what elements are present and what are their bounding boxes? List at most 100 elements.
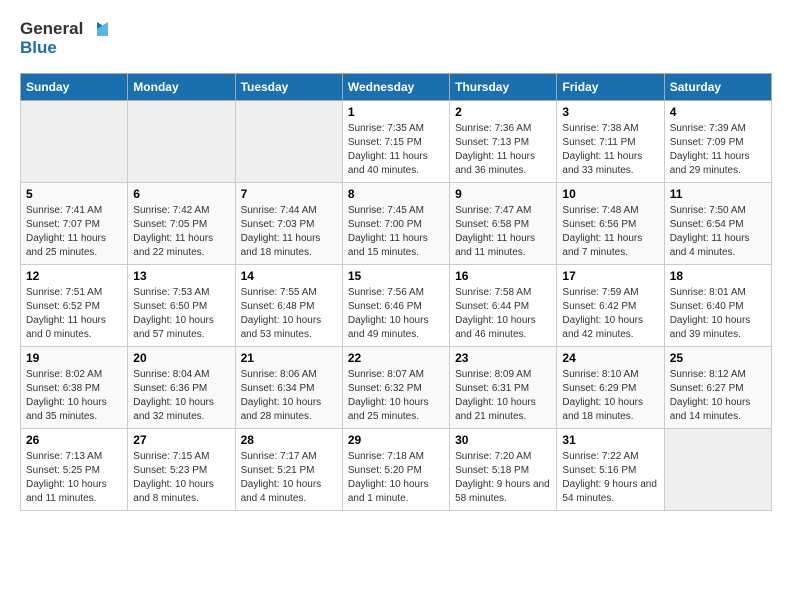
calendar-cell: 12Sunrise: 7:51 AMSunset: 6:52 PMDayligh…	[21, 265, 128, 347]
week-row-4: 19 Sunrise: 8:02 AMSunset: 6:38 PMDayligh…	[21, 347, 772, 429]
day-info: Sunrise: 7:13 AMSunset: 5:25 PMDaylight:…	[26, 450, 122, 506]
day-info: Sunrise: 8:12 AMSunset: 6:27 PMDaylight:…	[670, 368, 766, 424]
day-info: Sunrise: 7:20 AMSunset: 5:18 PMDaylight:…	[455, 450, 551, 506]
day-info: Sunrise: 7:51 AMSunset: 6:52 PMDaylight:…	[26, 286, 122, 342]
day-info: Sunrise: 7:47 AMSunset: 6:58 PMDaylight:…	[455, 204, 551, 260]
day-number: 11	[670, 187, 766, 201]
day-info: Sunrise: 7:39 AMSunset: 7:09 PMDaylight:…	[670, 122, 766, 178]
calendar-cell: 24 Sunrise: 8:10 AMSunset: 6:29 PMDayligh…	[557, 347, 664, 429]
day-number: 15	[348, 269, 444, 283]
day-info: Sunrise: 7:55 AMSunset: 6:48 PMDaylight:…	[241, 286, 337, 342]
calendar-cell: 11 Sunrise: 7:50 AMSunset: 6:54 PMDayligh…	[664, 183, 771, 265]
weekday-header-saturday: Saturday	[664, 74, 771, 101]
calendar-cell: 2Sunrise: 7:36 AMSunset: 7:13 PMDaylight…	[450, 101, 557, 183]
day-number: 17	[562, 269, 658, 283]
week-row-1: 1Sunrise: 7:35 AMSunset: 7:15 PMDaylight…	[21, 101, 772, 183]
day-number: 24	[562, 351, 658, 365]
day-info: Sunrise: 8:04 AMSunset: 6:36 PMDaylight:…	[133, 368, 229, 424]
week-row-5: 26 Sunrise: 7:13 AMSunset: 5:25 PMDayligh…	[21, 429, 772, 511]
calendar-cell: 31 Sunrise: 7:22 AMSunset: 5:16 PMDayligh…	[557, 429, 664, 511]
calendar-cell: 19 Sunrise: 8:02 AMSunset: 6:38 PMDayligh…	[21, 347, 128, 429]
day-info: Sunrise: 7:18 AMSunset: 5:20 PMDaylight:…	[348, 450, 444, 506]
calendar-cell: 27 Sunrise: 7:15 AMSunset: 5:23 PMDayligh…	[128, 429, 235, 511]
calendar-cell	[128, 101, 235, 183]
calendar-cell: 26 Sunrise: 7:13 AMSunset: 5:25 PMDayligh…	[21, 429, 128, 511]
day-number: 18	[670, 269, 766, 283]
calendar-cell: 17 Sunrise: 7:59 AMSunset: 6:42 PMDayligh…	[557, 265, 664, 347]
calendar-cell: 13Sunrise: 7:53 AMSunset: 6:50 PMDayligh…	[128, 265, 235, 347]
day-info: Sunrise: 7:22 AMSunset: 5:16 PMDaylight:…	[562, 450, 658, 506]
calendar-cell	[664, 429, 771, 511]
page-header: General Blue	[20, 20, 772, 57]
day-info: Sunrise: 7:41 AMSunset: 7:07 PMDaylight:…	[26, 204, 122, 260]
logo-bird-icon	[86, 20, 108, 38]
day-number: 1	[348, 105, 444, 119]
day-info: Sunrise: 7:59 AMSunset: 6:42 PMDaylight:…	[562, 286, 658, 342]
calendar-cell: 29 Sunrise: 7:18 AMSunset: 5:20 PMDayligh…	[342, 429, 449, 511]
calendar-cell	[21, 101, 128, 183]
day-info: Sunrise: 7:58 AMSunset: 6:44 PMDaylight:…	[455, 286, 551, 342]
calendar-cell: 8 Sunrise: 7:45 AMSunset: 7:00 PMDaylight…	[342, 183, 449, 265]
day-number: 16	[455, 269, 551, 283]
calendar-cell: 5 Sunrise: 7:41 AMSunset: 7:07 PMDaylight…	[21, 183, 128, 265]
calendar-cell: 1Sunrise: 7:35 AMSunset: 7:15 PMDaylight…	[342, 101, 449, 183]
day-number: 28	[241, 433, 337, 447]
day-number: 26	[26, 433, 122, 447]
day-number: 10	[562, 187, 658, 201]
calendar-cell: 3Sunrise: 7:38 AMSunset: 7:11 PMDaylight…	[557, 101, 664, 183]
calendar-cell: 6 Sunrise: 7:42 AMSunset: 7:05 PMDaylight…	[128, 183, 235, 265]
weekday-header-thursday: Thursday	[450, 74, 557, 101]
day-number: 19	[26, 351, 122, 365]
calendar-cell: 10 Sunrise: 7:48 AMSunset: 6:56 PMDayligh…	[557, 183, 664, 265]
calendar-cell: 30 Sunrise: 7:20 AMSunset: 5:18 PMDayligh…	[450, 429, 557, 511]
day-info: Sunrise: 7:17 AMSunset: 5:21 PMDaylight:…	[241, 450, 337, 506]
day-number: 30	[455, 433, 551, 447]
day-info: Sunrise: 7:42 AMSunset: 7:05 PMDaylight:…	[133, 204, 229, 260]
day-number: 21	[241, 351, 337, 365]
day-number: 7	[241, 187, 337, 201]
day-info: Sunrise: 8:02 AMSunset: 6:38 PMDaylight:…	[26, 368, 122, 424]
day-number: 14	[241, 269, 337, 283]
day-number: 31	[562, 433, 658, 447]
day-number: 8	[348, 187, 444, 201]
week-row-2: 5 Sunrise: 7:41 AMSunset: 7:07 PMDaylight…	[21, 183, 772, 265]
day-info: Sunrise: 8:01 AMSunset: 6:40 PMDaylight:…	[670, 286, 766, 342]
weekday-header-row: SundayMondayTuesdayWednesdayThursdayFrid…	[21, 74, 772, 101]
calendar-cell: 28 Sunrise: 7:17 AMSunset: 5:21 PMDayligh…	[235, 429, 342, 511]
day-info: Sunrise: 7:45 AMSunset: 7:00 PMDaylight:…	[348, 204, 444, 260]
day-info: Sunrise: 7:50 AMSunset: 6:54 PMDaylight:…	[670, 204, 766, 260]
calendar-cell: 4 Sunrise: 7:39 AMSunset: 7:09 PMDaylight…	[664, 101, 771, 183]
calendar-cell: 18 Sunrise: 8:01 AMSunset: 6:40 PMDayligh…	[664, 265, 771, 347]
day-number: 20	[133, 351, 229, 365]
calendar-cell: 9Sunrise: 7:47 AMSunset: 6:58 PMDaylight…	[450, 183, 557, 265]
calendar-cell	[235, 101, 342, 183]
day-number: 27	[133, 433, 229, 447]
day-number: 29	[348, 433, 444, 447]
logo-blue-text: Blue	[20, 39, 108, 58]
day-info: Sunrise: 8:10 AMSunset: 6:29 PMDaylight:…	[562, 368, 658, 424]
calendar-cell: 22Sunrise: 8:07 AMSunset: 6:32 PMDayligh…	[342, 347, 449, 429]
weekday-header-sunday: Sunday	[21, 74, 128, 101]
week-row-3: 12Sunrise: 7:51 AMSunset: 6:52 PMDayligh…	[21, 265, 772, 347]
day-number: 25	[670, 351, 766, 365]
day-number: 5	[26, 187, 122, 201]
weekday-header-monday: Monday	[128, 74, 235, 101]
logo-general-text: General	[20, 20, 83, 39]
calendar-cell: 23 Sunrise: 8:09 AMSunset: 6:31 PMDayligh…	[450, 347, 557, 429]
day-info: Sunrise: 8:09 AMSunset: 6:31 PMDaylight:…	[455, 368, 551, 424]
weekday-header-friday: Friday	[557, 74, 664, 101]
calendar-cell: 21Sunrise: 8:06 AMSunset: 6:34 PMDayligh…	[235, 347, 342, 429]
weekday-header-tuesday: Tuesday	[235, 74, 342, 101]
day-number: 6	[133, 187, 229, 201]
logo: General Blue	[20, 20, 108, 57]
day-info: Sunrise: 7:15 AMSunset: 5:23 PMDaylight:…	[133, 450, 229, 506]
day-info: Sunrise: 7:44 AMSunset: 7:03 PMDaylight:…	[241, 204, 337, 260]
day-info: Sunrise: 7:36 AMSunset: 7:13 PMDaylight:…	[455, 122, 551, 178]
calendar-cell: 16 Sunrise: 7:58 AMSunset: 6:44 PMDayligh…	[450, 265, 557, 347]
day-number: 23	[455, 351, 551, 365]
day-number: 3	[562, 105, 658, 119]
calendar-cell: 14 Sunrise: 7:55 AMSunset: 6:48 PMDayligh…	[235, 265, 342, 347]
day-number: 4	[670, 105, 766, 119]
day-info: Sunrise: 7:48 AMSunset: 6:56 PMDaylight:…	[562, 204, 658, 260]
day-info: Sunrise: 7:56 AMSunset: 6:46 PMDaylight:…	[348, 286, 444, 342]
